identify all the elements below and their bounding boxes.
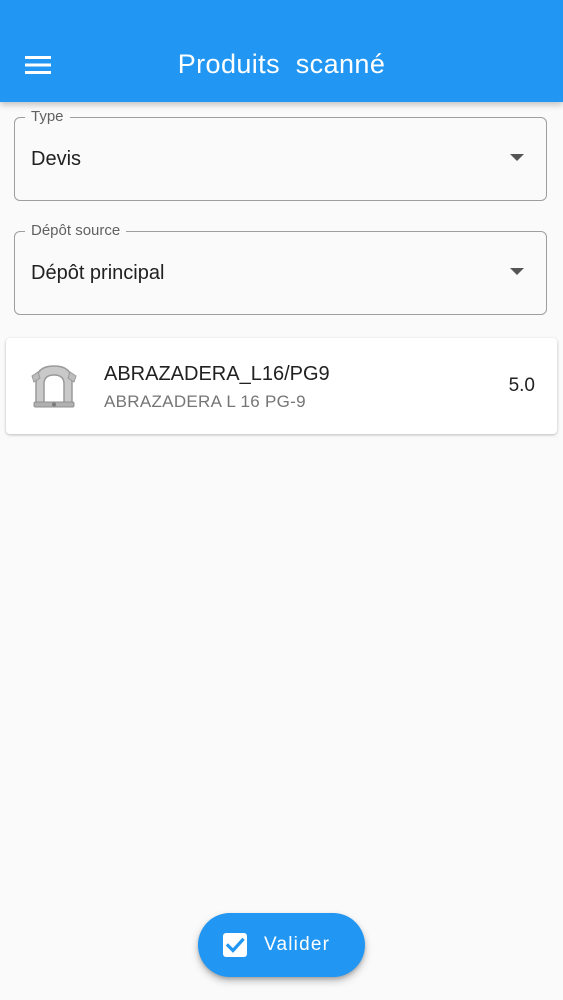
depot-source-dropdown[interactable]: Dépôt source Dépôt principal <box>14 221 547 315</box>
type-field-label: Type <box>25 107 70 127</box>
dropdown-arrow-icon <box>510 154 524 164</box>
depot-field-label: Dépôt source <box>25 221 127 241</box>
validate-button[interactable]: Valider <box>198 913 365 977</box>
clamp-thumbnail <box>26 358 82 414</box>
app-bar: Produits scanné <box>0 0 563 102</box>
check-box-icon <box>222 932 248 958</box>
validate-label: Valider <box>264 934 331 955</box>
product-list-item[interactable]: ABRAZADERA_L16/PG9 ABRAZADERA L 16 PG-9 … <box>6 338 557 434</box>
dropdown-arrow-icon <box>510 268 524 278</box>
product-quantity: 5.0 <box>508 375 535 396</box>
product-description: ABRAZADERA L 16 PG-9 <box>104 392 306 411</box>
page-title: Produits scanné <box>177 49 386 79</box>
type-field-value: Devis <box>31 148 82 170</box>
product-name: ABRAZADERA_L16/PG9 <box>104 363 330 385</box>
depot-field-value: Dépôt principal <box>31 262 165 284</box>
type-dropdown[interactable]: Type Devis <box>14 107 547 201</box>
